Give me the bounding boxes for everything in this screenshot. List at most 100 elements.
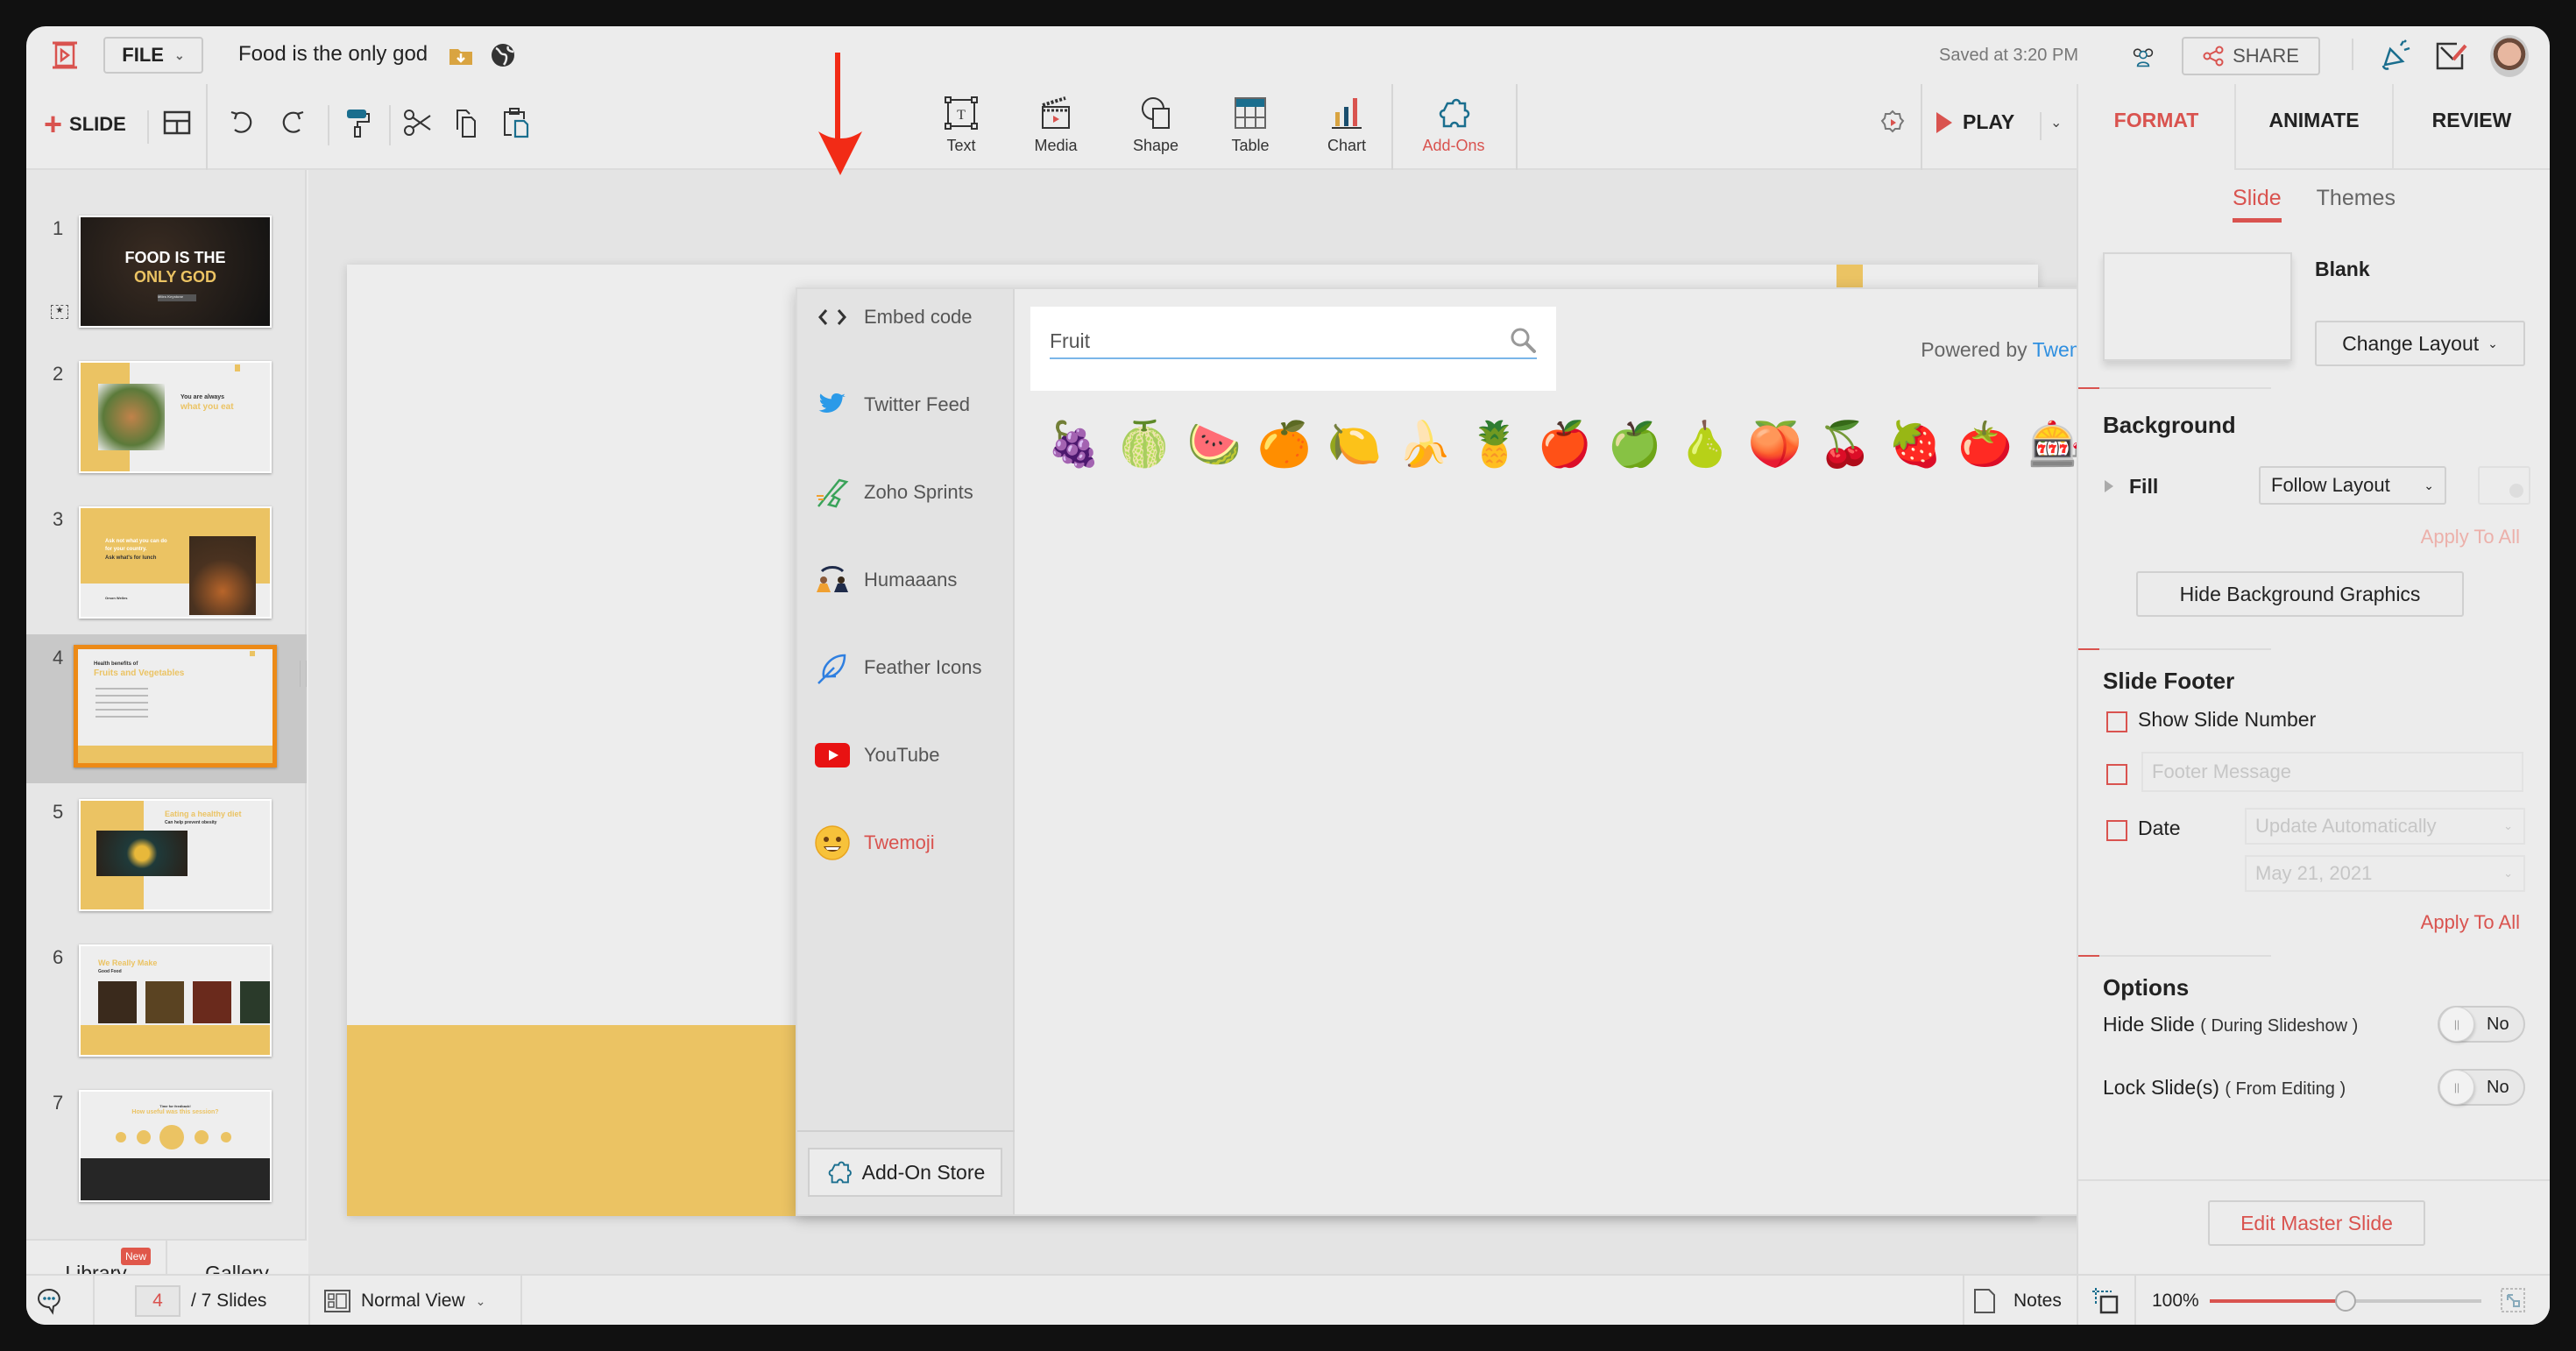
background-apply-to-all[interactable]: Apply To All <box>2421 526 2520 548</box>
slideshow-settings-icon[interactable] <box>1879 109 1907 137</box>
insert-media-button[interactable]: Media <box>1016 95 1095 155</box>
insert-shape-button[interactable]: Shape <box>1116 95 1195 155</box>
addon-twitter-feed[interactable]: Twitter Feed <box>815 387 970 422</box>
collaborators-icon[interactable] <box>2129 44 2157 70</box>
slide-thumbnail[interactable]: Time for feedback! How useful was this s… <box>79 1090 272 1202</box>
lock-slide-toggle[interactable]: || No <box>2438 1069 2525 1106</box>
document-title[interactable]: Food is the only god <box>238 42 428 67</box>
share-button[interactable]: SHARE <box>2182 37 2320 75</box>
addon-youtube[interactable]: YouTube <box>815 738 939 773</box>
add-slide-button[interactable]: + SLIDE <box>44 109 126 140</box>
folder-move-icon[interactable] <box>447 42 475 68</box>
copy-icon[interactable] <box>450 107 482 138</box>
emoji-watermelon-icon[interactable]: 🍉 <box>1187 417 1242 471</box>
search-icon[interactable] <box>1509 326 1537 354</box>
slide-thumbnail-row[interactable]: 2 You are always what you eat <box>26 352 307 498</box>
play-button[interactable]: PLAY <box>1936 110 2014 134</box>
toolbar: + SLIDE T Text Media Shape Table Chart A… <box>26 84 2550 170</box>
tab-review[interactable]: REVIEW <box>2392 84 2550 170</box>
slide-number: 4 <box>53 647 64 668</box>
zoom-slider[interactable] <box>2210 1291 2481 1312</box>
footer-message-checkbox[interactable] <box>2106 764 2127 785</box>
fill-select[interactable]: Follow Layout ⌄ <box>2259 466 2446 505</box>
announcement-icon[interactable] <box>2380 39 2411 72</box>
current-page-input[interactable]: 4 <box>135 1285 180 1317</box>
format-painter-icon[interactable] <box>342 107 373 138</box>
emoji-red-apple-icon[interactable]: 🍎 <box>1538 417 1592 471</box>
slide-thumbnail[interactable]: Eating a healthy diet Can help prevent o… <box>79 799 272 911</box>
slide-thumbnail-row[interactable]: 6 We Really Make Good Food <box>26 936 307 1081</box>
redo-icon[interactable] <box>277 107 308 138</box>
undo-icon[interactable] <box>226 107 258 138</box>
fit-to-screen-icon[interactable] <box>2091 1286 2120 1316</box>
emoji-strawberry-icon[interactable]: 🍓 <box>1888 417 1943 471</box>
addon-zoho-sprints[interactable]: Zoho Sprints <box>815 475 973 510</box>
addon-twemoji[interactable]: Twemoji <box>815 825 935 860</box>
date-value-select[interactable]: May 21, 2021 ⌄ <box>2245 855 2525 892</box>
slide-thumbnail[interactable]: You are always what you eat <box>79 361 272 473</box>
view-mode-select[interactable]: Normal View ⌄ <box>324 1276 485 1325</box>
panel-resize-handle[interactable] <box>300 661 307 687</box>
insert-addons-button[interactable]: Add-Ons <box>1404 95 1504 155</box>
emoji-lemon-icon[interactable]: 🍋 <box>1327 417 1382 471</box>
slide-thumbnail-row[interactable]: 7 Time for feedback! How useful was this… <box>26 1081 307 1227</box>
emoji-tomato-icon[interactable]: 🍅 <box>1958 417 2013 471</box>
zoom-slider-handle[interactable] <box>2335 1291 2356 1312</box>
fill-color-picker[interactable] <box>2478 466 2530 505</box>
slide-thumbnail-row[interactable]: 3 Ask not what you can do for your count… <box>26 498 307 643</box>
paste-icon[interactable] <box>499 107 531 138</box>
cut-icon[interactable] <box>401 107 433 138</box>
play-options-chevron-icon[interactable]: ⌄ <box>2050 114 2062 131</box>
user-avatar[interactable] <box>2490 35 2529 77</box>
slide-thumbnail-row-selected[interactable]: 4 Health benefits of Fruits and Vegetabl… <box>26 634 307 783</box>
chat-icon[interactable] <box>35 1286 65 1316</box>
slide-thumbnail-row[interactable]: 5 Eating a healthy diet Can help prevent… <box>26 790 307 936</box>
subtab-themes[interactable]: Themes <box>2317 186 2396 223</box>
tab-animate[interactable]: ANIMATE <box>2234 84 2392 170</box>
slide-thumbnail[interactable]: Ask not what you can do for your country… <box>79 506 272 619</box>
addon-feather-icons[interactable]: Feather Icons <box>815 650 982 685</box>
slide-thumbnail[interactable]: We Really Make Good Food <box>79 944 272 1057</box>
layout-icon[interactable] <box>161 107 193 138</box>
emoji-grapes-icon[interactable]: 🍇 <box>1047 417 1101 471</box>
emoji-slot-machine-icon[interactable]: 🎰 <box>2028 417 2083 471</box>
emoji-peach-icon[interactable]: 🍑 <box>1748 417 1802 471</box>
hide-slide-toggle[interactable]: || No <box>2438 1006 2525 1043</box>
subtab-slide[interactable]: Slide <box>2233 186 2282 223</box>
app-logo-icon[interactable] <box>49 40 81 70</box>
addon-store-button[interactable]: Add-On Store <box>808 1148 1002 1197</box>
date-checkbox[interactable] <box>2106 820 2127 841</box>
expand-caret-icon[interactable] <box>2105 480 2113 492</box>
insert-table-button[interactable]: Table <box>1211 95 1290 155</box>
emoji-green-apple-icon[interactable]: 🍏 <box>1608 417 1662 471</box>
emoji-pineapple-icon[interactable]: 🍍 <box>1468 417 1522 471</box>
slide-thumbnail-selected[interactable]: Health benefits of Fruits and Vegetables <box>74 645 277 767</box>
divider <box>147 110 149 144</box>
emoji-tangerine-icon[interactable]: 🍊 <box>1257 417 1312 471</box>
emoji-pear-icon[interactable]: 🍐 <box>1678 417 1732 471</box>
emoji-cherries-icon[interactable]: 🍒 <box>1818 417 1872 471</box>
change-layout-button[interactable]: Change Layout ⌄ <box>2315 321 2525 366</box>
emoji-melon-icon[interactable]: 🍈 <box>1117 417 1171 471</box>
edit-master-slide-button[interactable]: Edit Master Slide <box>2208 1200 2425 1246</box>
addon-embed-code[interactable]: Embed code <box>815 300 973 335</box>
emoji-search-input[interactable] <box>1050 324 1537 359</box>
notes-button[interactable]: Notes <box>1973 1276 2062 1325</box>
insert-chart-button[interactable]: Chart <box>1307 95 1386 155</box>
footer-apply-to-all[interactable]: Apply To All <box>2421 911 2520 934</box>
globe-icon[interactable] <box>489 42 517 68</box>
fullscreen-icon[interactable] <box>2501 1288 2525 1312</box>
tab-format[interactable]: FORMAT <box>2077 84 2234 170</box>
show-slide-number-checkbox[interactable] <box>2106 711 2127 732</box>
slide-thumbnail[interactable]: FOOD IS THE ONLY GOD Miles Keystone <box>79 216 272 328</box>
slide-thumbnail-row[interactable]: 1 ★ FOOD IS THE ONLY GOD Miles Keystone <box>26 207 307 352</box>
hide-background-graphics-button[interactable]: Hide Background Graphics <box>2136 571 2464 617</box>
date-mode-select[interactable]: Update Automatically ⌄ <box>2245 808 2525 845</box>
addon-humaaans[interactable]: Humaaans <box>815 562 957 598</box>
file-menu-button[interactable]: FILE ⌄ <box>103 37 203 74</box>
layout-preview[interactable] <box>2103 252 2292 361</box>
footer-message-input[interactable]: Footer Message <box>2141 752 2523 792</box>
insert-text-button[interactable]: T Text <box>922 95 1001 155</box>
emoji-banana-icon[interactable]: 🍌 <box>1398 417 1452 471</box>
feedback-icon[interactable] <box>2434 40 2469 72</box>
